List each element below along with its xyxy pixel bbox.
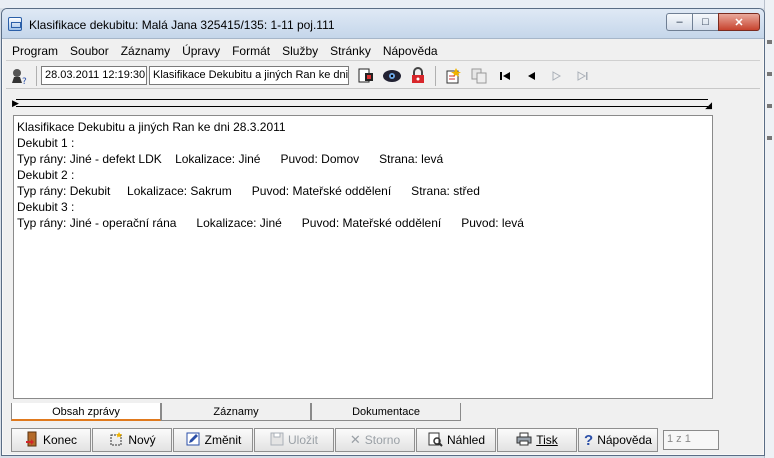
content-line-dekubit-2: Dekubit 2 : [17, 168, 75, 182]
tisk-button[interactable]: Tisk [497, 428, 577, 452]
ruler-right-marker-icon[interactable]: ◢ [705, 99, 712, 111]
svg-text:?: ? [22, 77, 27, 85]
ulozit-label: Uložit [287, 433, 318, 447]
printer-icon [516, 432, 532, 449]
new-record-icon[interactable] [442, 65, 464, 87]
action-bar: Konec Nový Změnit Uložit ✕ Storno Náhled… [11, 427, 719, 453]
storno-label: Storno [364, 433, 401, 447]
content-line-dekubit-3-detail: Typ rány: Jiné - operační rána Lokalizac… [17, 216, 524, 230]
content-line-dekubit-2-detail: Typ rány: Dekubit Lokalizace: Sakrum Puv… [17, 184, 480, 198]
menu-program[interactable]: Program [6, 44, 64, 58]
background-app-strip [0, 0, 774, 8]
minimize-button[interactable]: – [666, 13, 692, 31]
content-line-dekubit-1-detail: Typ rány: Jiné - defekt LDK Lokalizace: … [17, 152, 444, 166]
background-app-edge [764, 0, 774, 458]
tab-strip: Obsah zprávy Záznamy Dokumentace [11, 403, 461, 423]
last-record-icon[interactable] [572, 65, 594, 87]
previous-record-icon[interactable] [520, 65, 542, 87]
help-pointer-icon[interactable]: ? [8, 65, 30, 87]
background-marker [767, 40, 772, 44]
ruler-line [16, 99, 708, 100]
menu-stranky[interactable]: Stránky [324, 44, 377, 58]
ulozit-button[interactable]: Uložit [254, 428, 334, 452]
menu-format[interactable]: Formát [226, 44, 276, 58]
new-item-icon [108, 431, 124, 450]
tab-obsah-zpravy[interactable]: Obsah zprávy [11, 403, 161, 421]
content-line-dekubit-1: Dekubit 1 : [17, 136, 75, 150]
menu-soubor[interactable]: Soubor [64, 44, 115, 58]
ruler-bar[interactable]: ▶ ◢ [12, 97, 712, 111]
datetime-field[interactable]: 28.03.2011 12:19:30 [41, 66, 147, 85]
save-disk-icon [270, 432, 284, 449]
title-bar[interactable]: Klasifikace dekubitu: Malá Jana 325415/1… [2, 9, 764, 39]
background-marker [767, 104, 772, 108]
record-counter: 1 z 1 [663, 430, 719, 450]
side-panel [713, 115, 757, 399]
novy-button[interactable]: Nový [92, 428, 172, 452]
content-line-dekubit-3: Dekubit 3 : [17, 200, 75, 214]
konec-button[interactable]: Konec [11, 428, 91, 452]
content-line-heading: Klasifikace Dekubitu a jiných Ran ke dni… [17, 120, 286, 134]
edit-pencil-icon [185, 431, 201, 450]
menu-sluzby[interactable]: Služby [276, 44, 324, 58]
napoveda-label: Nápověda [597, 433, 652, 447]
lock-icon[interactable] [407, 65, 429, 87]
konec-label: Konec [42, 433, 78, 447]
novy-label: Nový [128, 433, 156, 447]
menu-bar: Program Soubor Záznamy Úpravy Formát Slu… [6, 41, 760, 61]
zmenit-button[interactable]: Změnit [173, 428, 253, 452]
maximize-button[interactable]: □ [692, 13, 718, 31]
cancel-x-icon: ✕ [349, 432, 361, 447]
exit-door-icon [25, 431, 39, 450]
menu-zaznamy[interactable]: Záznamy [115, 44, 176, 58]
tisk-label: Tisk [536, 433, 558, 447]
window-title: Klasifikace dekubitu: Malá Jana 325415/1… [29, 18, 335, 32]
help-question-icon: ? [584, 431, 594, 449]
toolbar: ? 28.03.2011 12:19:30 Klasifikace Dekubi… [6, 63, 760, 89]
close-button[interactable]: ✕ [718, 13, 760, 31]
nahled-label: Náhled [446, 433, 486, 447]
window-controls: – □ ✕ [666, 13, 760, 31]
zmenit-label: Změnit [204, 433, 242, 447]
nahled-button[interactable]: Náhled [416, 428, 496, 452]
eye-icon[interactable] [381, 65, 403, 87]
ruler-line [16, 106, 708, 107]
toolbar-separator [36, 65, 37, 86]
preview-icon [427, 431, 443, 450]
menu-napoveda[interactable]: Nápověda [377, 44, 444, 58]
menu-upravy[interactable]: Úpravy [176, 44, 226, 58]
tab-zaznamy[interactable]: Záznamy [161, 403, 311, 421]
app-icon [8, 17, 22, 31]
napoveda-button[interactable]: ? Nápověda [578, 428, 658, 452]
document-icon[interactable] [355, 65, 377, 87]
record-title-field[interactable]: Klasifikace Dekubitu a jiných Ran ke dni [149, 66, 349, 85]
storno-button[interactable]: ✕ Storno [335, 428, 415, 452]
copy-icon[interactable] [468, 65, 490, 87]
message-content-area[interactable]: Klasifikace Dekubitu a jiných Ran ke dni… [13, 115, 713, 399]
first-record-icon[interactable] [494, 65, 516, 87]
tab-dokumentace[interactable]: Dokumentace [311, 403, 461, 421]
next-record-icon[interactable] [546, 65, 568, 87]
toolbar-separator [435, 65, 436, 86]
background-marker [767, 72, 772, 76]
dialog-window: Klasifikace dekubitu: Malá Jana 325415/1… [1, 8, 765, 456]
background-marker [767, 136, 772, 140]
